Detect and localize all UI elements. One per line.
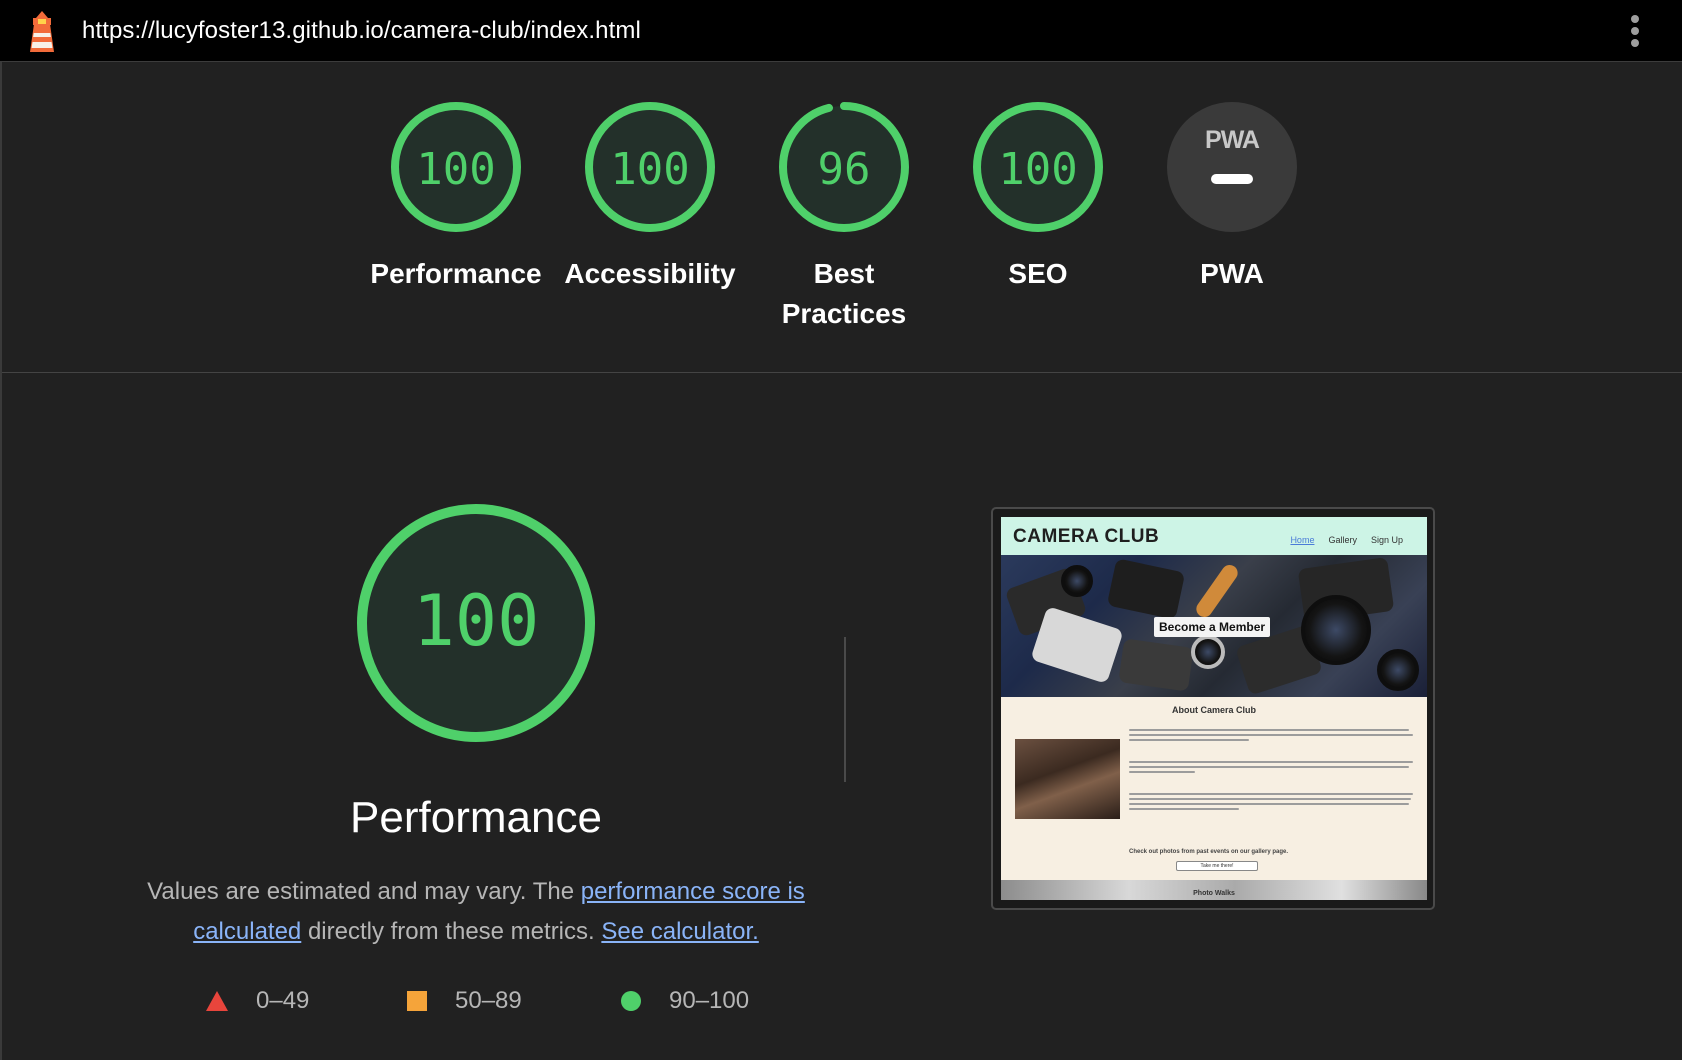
screenshot-group-photo [1015, 739, 1120, 819]
screenshot-paragraph [1129, 761, 1415, 779]
gauge-label: Accessibility [564, 258, 736, 289]
gauge-score: 100 [610, 144, 690, 195]
screenshot-navbar: CAMERA CLUB Home Gallery Sign Up [1001, 517, 1427, 555]
gauge-score: 96 [817, 144, 871, 195]
section-divider [2, 372, 1682, 373]
final-screenshot[interactable]: CAMERA CLUB Home Gallery Sign Up Become … [991, 507, 1435, 910]
pwa-badge-icon [1167, 102, 1297, 232]
screenshot-nav-signup: Sign Up [1370, 535, 1403, 545]
legend-average: 50–89 [407, 986, 522, 1016]
pwa-dash [1211, 174, 1253, 184]
gauge-label: Best Practices [781, 258, 907, 329]
screenshot-hero-image: Become a Member [1001, 555, 1427, 697]
performance-title: Performance [350, 793, 602, 842]
gauge-score: 100 [998, 144, 1078, 195]
screenshot-paragraph [1129, 729, 1415, 747]
performance-description: Values are estimated and may vary. The p… [146, 872, 806, 952]
legend-range: 0–49 [256, 987, 310, 1014]
gauge-pwa[interactable]: PWA PWA [1142, 102, 1322, 294]
desc-text: Values are estimated and may vary. The [147, 878, 581, 905]
performance-score: 100 [412, 580, 540, 662]
gauge-seo[interactable]: 100 SEO [948, 102, 1128, 294]
page-url: https://lucyfoster13.github.io/camera-cl… [82, 17, 641, 44]
gauge-performance[interactable]: 100 Performance [366, 102, 546, 294]
legend-fail: 0–49 [206, 986, 309, 1016]
screenshot-nav-home: Home [1290, 535, 1315, 545]
legend-range: 90–100 [669, 987, 750, 1014]
screenshot-page: CAMERA CLUB Home Gallery Sign Up Become … [1001, 517, 1427, 900]
gauge-label: SEO [1008, 258, 1068, 289]
screenshot-gallery-text: Check out photos from past events on our… [1129, 849, 1289, 855]
vertical-divider [844, 637, 846, 782]
gauge-label: PWA [1200, 258, 1264, 289]
legend-range: 50–89 [455, 987, 522, 1014]
pwa-badge-text: PWA [1205, 126, 1260, 154]
see-calculator-link[interactable]: See calculator. [601, 918, 758, 945]
screenshot-photo-walks-label: Photo Walks [1193, 890, 1235, 897]
gauge-best-practices[interactable]: 96 Best Practices [754, 102, 934, 334]
topbar: https://lucyfoster13.github.io/camera-cl… [0, 0, 1682, 62]
more-vertical-icon[interactable] [1622, 12, 1648, 50]
square-icon [407, 991, 427, 1011]
screenshot-brand: CAMERA CLUB [1013, 526, 1160, 547]
screenshot-take-me-button: Take me there! [1176, 861, 1258, 871]
screenshot-nav-gallery: Gallery [1328, 535, 1357, 545]
gauge-score: 100 [416, 144, 496, 195]
legend-pass: 90–100 [621, 986, 749, 1016]
screenshot-cta-button: Become a Member [1154, 617, 1271, 637]
desc-text: directly from these metrics. [301, 918, 602, 945]
circle-icon [621, 991, 641, 1011]
category-gauges: 100 Performance 100 Accessibility 96 Bes… [0, 62, 1682, 372]
screenshot-paragraph [1129, 793, 1415, 816]
lighthouse-icon [30, 11, 54, 52]
triangle-icon [206, 991, 228, 1011]
gauge-accessibility[interactable]: 100 Accessibility [560, 102, 740, 294]
screenshot-nav-links: Home Gallery Sign Up [1290, 535, 1403, 545]
screenshot-about-heading: About Camera Club [1171, 705, 1256, 715]
gauge-label: Performance [370, 258, 542, 289]
